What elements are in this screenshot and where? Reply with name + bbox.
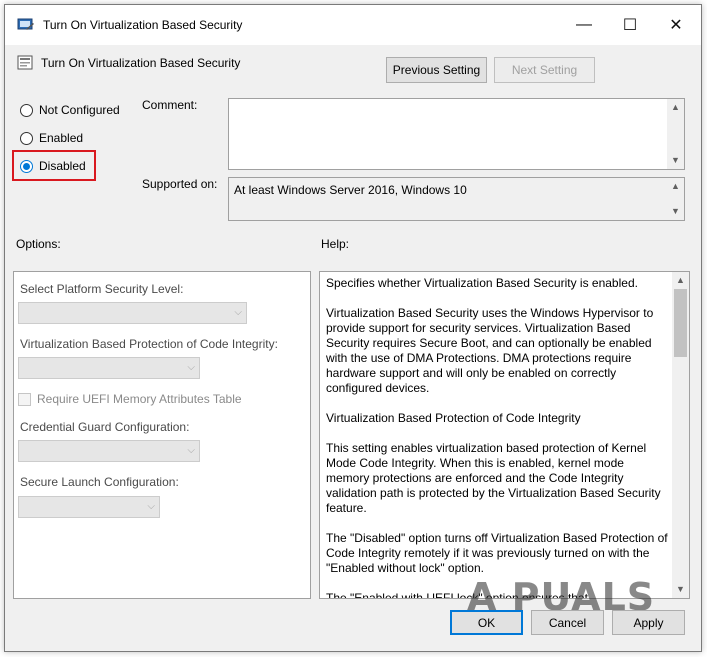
code-integrity-select[interactable]: ⌵ <box>18 357 200 379</box>
close-button[interactable]: ✕ <box>653 5 699 45</box>
comment-textbox[interactable]: ▲ ▼ <box>228 98 685 170</box>
secure-launch-label: Secure Launch Configuration: <box>20 475 179 489</box>
previous-setting-button[interactable]: Previous Setting <box>386 57 487 83</box>
radio-not-configured[interactable]: Not Configured <box>20 103 120 117</box>
radio-enabled-label: Enabled <box>39 131 84 145</box>
help-paragraph: Virtualization Based Security uses the W… <box>326 306 654 395</box>
radio-enabled-indicator[interactable] <box>20 131 33 145</box>
cancel-button[interactable]: Cancel <box>531 610 604 635</box>
options-panel: Select Platform Security Level: ⌵ Virtua… <box>13 271 311 599</box>
supported-scrollbar[interactable]: ▲ ▼ <box>667 178 684 220</box>
next-setting-button[interactable]: Next Setting <box>494 57 595 83</box>
supported-on-value: At least Windows Server 2016, Windows 10 <box>234 183 467 197</box>
help-heading: Help: <box>321 237 350 251</box>
scroll-up-icon[interactable]: ▲ <box>671 99 680 116</box>
uefi-checkbox-row[interactable]: Require UEFI Memory Attributes Table <box>18 392 242 406</box>
scroll-up-icon[interactable]: ▲ <box>671 178 680 195</box>
radio-disabled-label: Disabled <box>39 159 86 173</box>
supported-on-label: Supported on: <box>142 177 218 191</box>
radio-enabled[interactable]: Enabled <box>20 131 83 145</box>
platform-security-label: Select Platform Security Level: <box>20 282 184 296</box>
ok-button[interactable]: OK <box>450 610 523 635</box>
secure-launch-select[interactable]: ⌵ <box>18 496 160 518</box>
apply-button[interactable]: Apply <box>612 610 685 635</box>
options-heading: Options: <box>16 237 61 251</box>
help-panel[interactable]: Specifies whether Virtualization Based S… <box>319 271 690 599</box>
help-scrollbar[interactable]: ▲ ▼ <box>672 272 689 598</box>
help-text: Specifies whether Virtualization Based S… <box>326 276 669 598</box>
code-integrity-label: Virtualization Based Protection of Code … <box>20 337 278 351</box>
scroll-down-icon[interactable]: ▼ <box>671 152 680 169</box>
uefi-checkbox-label: Require UEFI Memory Attributes Table <box>37 392 242 406</box>
radio-disabled[interactable]: Disabled <box>20 159 86 173</box>
setting-name: Turn On Virtualization Based Security <box>41 56 241 70</box>
scroll-down-icon[interactable]: ▼ <box>672 581 689 598</box>
help-paragraph: This setting enables virtualization base… <box>326 441 661 515</box>
help-paragraph: The "Disabled" option turns off Virtuali… <box>326 531 668 575</box>
chevron-down-icon: ⌵ <box>234 307 242 318</box>
scroll-thumb[interactable] <box>674 289 687 357</box>
credential-guard-label: Credential Guard Configuration: <box>20 420 190 434</box>
radio-not-configured-label: Not Configured <box>39 103 120 117</box>
scroll-down-icon[interactable]: ▼ <box>671 203 680 220</box>
title-bar[interactable]: Turn On Virtualization Based Security — … <box>5 5 701 45</box>
minimize-button[interactable]: — <box>561 5 607 45</box>
chevron-down-icon: ⌵ <box>187 445 195 456</box>
chevron-down-icon: ⌵ <box>187 362 195 373</box>
comment-label: Comment: <box>142 98 198 112</box>
uefi-checkbox[interactable] <box>18 392 31 406</box>
platform-security-select[interactable]: ⌵ <box>18 302 247 324</box>
help-paragraph: Virtualization Based Protection of Code … <box>326 411 581 425</box>
setting-icon <box>17 55 33 70</box>
window-title: Turn On Virtualization Based Security <box>43 18 243 32</box>
scroll-up-icon[interactable]: ▲ <box>672 272 689 289</box>
help-paragraph: Specifies whether Virtualization Based S… <box>326 276 638 290</box>
policy-app-icon <box>17 18 34 30</box>
policy-dialog: Turn On Virtualization Based Security — … <box>4 4 702 652</box>
maximize-button[interactable]: ☐ <box>607 5 653 45</box>
credential-guard-select[interactable]: ⌵ <box>18 440 200 462</box>
comment-scrollbar[interactable]: ▲ ▼ <box>667 99 684 169</box>
supported-on-box: At least Windows Server 2016, Windows 10… <box>228 177 685 221</box>
radio-disabled-indicator[interactable] <box>20 159 33 173</box>
radio-not-configured-indicator[interactable] <box>20 103 33 117</box>
chevron-down-icon: ⌵ <box>147 501 155 512</box>
